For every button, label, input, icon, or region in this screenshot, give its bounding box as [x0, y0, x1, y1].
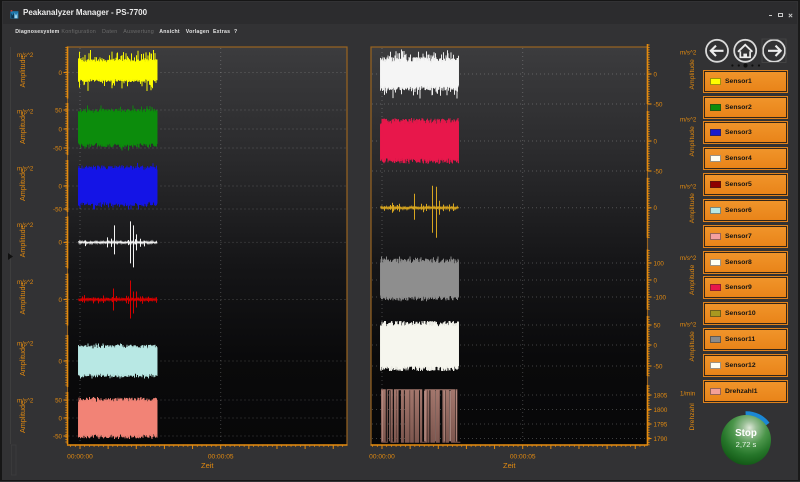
- svg-text:Amplitude: Amplitude: [689, 265, 696, 295]
- svg-text:0: 0: [59, 297, 63, 304]
- svg-text:1790: 1790: [654, 436, 668, 443]
- svg-text:m/s^2: m/s^2: [680, 117, 697, 124]
- svg-text:0: 0: [654, 71, 658, 78]
- svg-text:Amplitude: Amplitude: [18, 283, 27, 315]
- svg-text:m/s^2: m/s^2: [680, 255, 697, 262]
- svg-text:0: 0: [59, 126, 63, 133]
- svg-text:Amplitude: Amplitude: [689, 126, 696, 156]
- svg-text:-50: -50: [53, 145, 63, 152]
- svg-text:-50: -50: [654, 101, 664, 108]
- svg-text:m/s^2: m/s^2: [680, 183, 697, 190]
- svg-text:50: 50: [654, 322, 661, 329]
- svg-text:m/s^2: m/s^2: [680, 322, 697, 329]
- svg-text:0: 0: [654, 138, 658, 145]
- svg-text:00:00:00: 00:00:00: [369, 454, 395, 461]
- svg-text:100: 100: [654, 260, 665, 267]
- svg-text:1/min: 1/min: [680, 391, 696, 398]
- svg-text:1795: 1795: [654, 421, 668, 428]
- svg-text:0: 0: [654, 205, 658, 212]
- svg-text:Amplitude: Amplitude: [689, 331, 696, 361]
- svg-text:Amplitude: Amplitude: [18, 56, 27, 88]
- svg-text:0: 0: [59, 415, 63, 422]
- svg-text:Amplitude: Amplitude: [18, 169, 27, 201]
- svg-text:1805: 1805: [654, 392, 668, 399]
- svg-text:1800: 1800: [654, 407, 668, 414]
- svg-text:-100: -100: [654, 294, 667, 301]
- svg-text:0: 0: [654, 342, 658, 349]
- svg-text:Amplitude: Amplitude: [18, 225, 27, 257]
- svg-text:Amplitude: Amplitude: [18, 401, 27, 433]
- svg-text:0: 0: [59, 240, 63, 247]
- svg-text:0: 0: [654, 277, 658, 284]
- svg-text:0: 0: [59, 183, 63, 190]
- svg-text:Amplitude: Amplitude: [689, 193, 696, 223]
- svg-text:50: 50: [55, 107, 62, 114]
- svg-text:-50: -50: [53, 433, 63, 440]
- svg-text:Zeit: Zeit: [503, 461, 516, 470]
- svg-text:Amplitude: Amplitude: [18, 344, 27, 376]
- svg-text:-50: -50: [53, 206, 63, 213]
- svg-text:00:00:00: 00:00:00: [67, 454, 93, 461]
- svg-text:-50: -50: [654, 363, 664, 370]
- svg-text:0: 0: [59, 358, 63, 365]
- svg-text:50: 50: [55, 397, 62, 404]
- svg-text:Drehzahl: Drehzahl: [689, 403, 696, 431]
- svg-text:-50: -50: [654, 168, 664, 175]
- svg-text:Amplitude: Amplitude: [689, 59, 696, 89]
- svg-text:0: 0: [59, 70, 63, 77]
- svg-text:00:00:05: 00:00:05: [208, 454, 234, 461]
- svg-text:Amplitude: Amplitude: [18, 112, 27, 144]
- svg-text:m/s^2: m/s^2: [680, 50, 697, 57]
- svg-text:Zeit: Zeit: [201, 461, 214, 470]
- svg-text:00:00:05: 00:00:05: [510, 454, 536, 461]
